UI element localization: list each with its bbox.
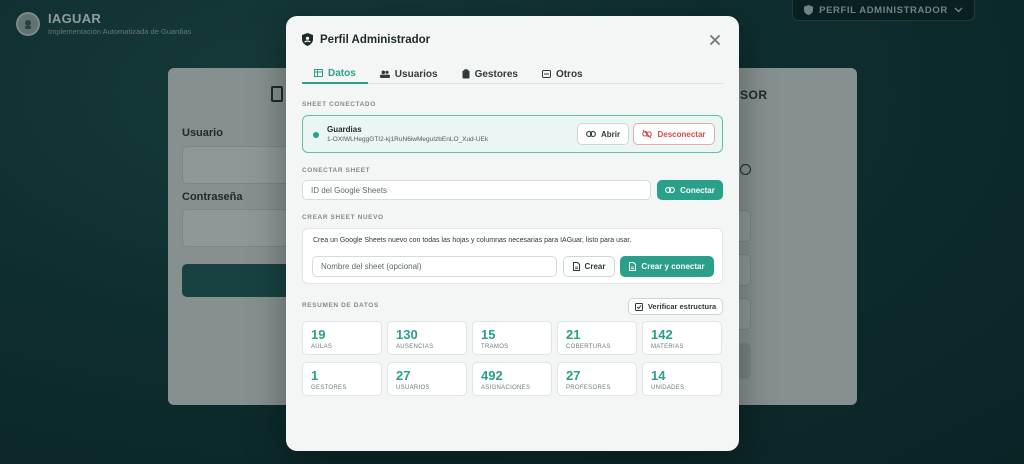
link-icon (665, 187, 676, 193)
stat-card: 130 AUSENCIAS (387, 321, 467, 355)
stat-card: 19 AULAS (302, 321, 382, 355)
link-icon (585, 131, 596, 137)
stat-card: 27 PROFESORES (557, 362, 637, 396)
stat-card: 14 UNIDADES (642, 362, 722, 396)
stat-label: MATERIAS (651, 344, 684, 350)
stat-card: 142 MATERIAS (642, 321, 722, 355)
admin-profile-modal: Perfil Administrador Datos Usuarios Gest… (286, 16, 739, 451)
section-heading-connect: CONECTAR SHEET (302, 167, 371, 174)
stat-card: 21 COBERTURAS (557, 321, 637, 355)
stat-label: UNIDADES (651, 385, 685, 391)
stat-card: 1 GESTORES (302, 362, 382, 396)
modal-title: Perfil Administrador (320, 33, 431, 46)
table-icon (314, 69, 323, 77)
close-icon[interactable] (708, 33, 722, 47)
tab-otros[interactable]: Otros (530, 64, 595, 84)
stat-label: AUSENCIAS (396, 344, 434, 350)
verify-structure-button[interactable]: Verificar estructura (628, 298, 723, 315)
tab-label: Otros (555, 68, 583, 80)
create-button[interactable]: Crear (563, 256, 615, 277)
sheet-name: Guardias (327, 125, 362, 134)
stat-card: 15 TRAMOS (472, 321, 552, 355)
section-heading-create: CREAR SHEET NUEVO (302, 214, 384, 221)
disconnect-label: Desconectar (657, 129, 706, 139)
unlink-icon (642, 129, 653, 139)
connect-label: Conectar (680, 185, 715, 195)
stat-label: COBERTURAS (566, 344, 611, 350)
sheet-id: 1-OXIWLHeggGTI2-kj1RuN6iwMeguIzbEnLO_Xud… (327, 136, 489, 143)
stat-label: GESTORES (311, 385, 347, 391)
tab-bar: Datos Usuarios Gestores Otros (302, 64, 723, 84)
verify-structure-label: Verificar estructura (647, 302, 717, 311)
file-icon (629, 262, 637, 271)
stat-value: 492 (481, 368, 503, 383)
stat-value: 15 (481, 327, 496, 342)
clipboard-icon (462, 69, 470, 79)
window-icon (541, 70, 551, 78)
create-and-connect-button[interactable]: Crear y conectar (620, 256, 714, 277)
stat-value: 142 (651, 327, 673, 342)
create-and-connect-label: Crear y conectar (641, 262, 705, 271)
status-dot (313, 132, 319, 138)
stat-card: 492 ASIGNACIONES (472, 362, 552, 396)
stat-value: 14 (651, 368, 666, 383)
stat-value: 21 (566, 327, 581, 342)
connect-button[interactable]: Conectar (657, 180, 723, 200)
sheet-name-input[interactable]: Nombre del sheet (opcional) (312, 256, 557, 277)
tab-usuarios[interactable]: Usuarios (368, 64, 450, 84)
users-icon (379, 70, 390, 78)
sheet-id-input[interactable]: ID del Google Sheets (302, 180, 651, 200)
stat-value: 27 (396, 368, 411, 383)
stat-label: TRAMOS (481, 344, 509, 350)
create-label: Crear (584, 262, 606, 271)
stat-label: PROFESORES (566, 385, 611, 391)
shield-user-icon (302, 33, 313, 46)
stat-value: 19 (311, 327, 326, 342)
stat-value: 1 (311, 368, 319, 383)
disconnect-button[interactable]: Desconectar (633, 123, 715, 145)
tab-label: Datos (328, 67, 356, 79)
open-sheet-label: Abrir (600, 129, 621, 139)
stat-value: 27 (566, 368, 581, 383)
stat-label: USUARIOS (396, 385, 430, 391)
connected-sheet-card: Guardias 1-OXIWLHeggGTI2-kj1RuN6iwMeguIz… (302, 115, 723, 153)
stat-card: 27 USUARIOS (387, 362, 467, 396)
stat-value: 130 (396, 327, 418, 342)
stat-label: ASIGNACIONES (481, 385, 531, 391)
create-sheet-card: Crea un Google Sheets nuevo con todas la… (302, 228, 723, 284)
stat-label: AULAS (311, 344, 333, 350)
checkbox-icon (634, 302, 643, 311)
tab-datos[interactable]: Datos (302, 64, 368, 84)
open-sheet-button[interactable]: Abrir (577, 123, 629, 145)
tab-label: Gestores (474, 68, 518, 80)
section-heading-summary: RESUMEN DE DATOS (302, 302, 379, 309)
tab-label: Usuarios (394, 68, 438, 80)
tab-gestores[interactable]: Gestores (450, 64, 530, 84)
file-icon (572, 262, 580, 271)
create-description: Crea un Google Sheets nuevo con todas la… (313, 237, 632, 244)
section-heading-sheet: SHEET CONECTADO (302, 101, 376, 108)
